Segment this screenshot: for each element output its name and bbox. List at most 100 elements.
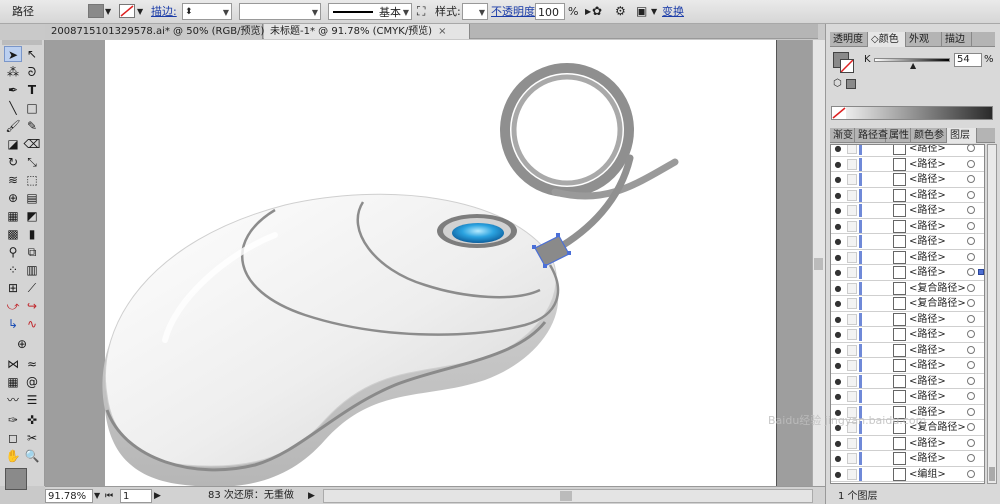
artboard-page-input[interactable]: 1 (120, 489, 152, 503)
warp-envelope-tool-icon[interactable]: ≈ (23, 356, 41, 372)
stroke-weight-select[interactable]: ⬍ ▼ (182, 3, 232, 20)
target-icon[interactable] (967, 345, 975, 354)
fill-swatch[interactable] (88, 4, 104, 18)
layer-row[interactable]: ● <路径> (831, 265, 984, 281)
target-icon[interactable] (967, 469, 975, 478)
layer-name[interactable]: <路径> (909, 172, 946, 187)
eye-icon[interactable]: ● (832, 345, 844, 356)
anchor-point[interactable] (532, 245, 536, 249)
hand-tool-icon[interactable]: ✋ (4, 448, 22, 464)
lock-toggle[interactable] (847, 205, 857, 216)
eye-icon[interactable]: ● (832, 329, 844, 340)
layer-row[interactable]: ● <路径> (831, 389, 984, 405)
chevron-right-icon[interactable]: ▶ (585, 3, 591, 20)
reshape-tool-icon[interactable]: ↪ (23, 298, 41, 314)
eraser-tool-icon[interactable]: ⌫ (23, 136, 41, 152)
mesh-tool-icon[interactable]: ▩ (4, 226, 22, 242)
lock-toggle[interactable] (847, 453, 857, 464)
layer-name[interactable]: <路径> (909, 374, 946, 389)
scroll-thumb[interactable] (560, 491, 572, 501)
lock-toggle[interactable] (847, 313, 857, 325)
eye-icon[interactable]: ● (832, 360, 844, 371)
layer-name[interactable]: <路径> (909, 265, 946, 280)
scale-tool-icon[interactable]: ⤡ (23, 154, 41, 170)
target-icon[interactable] (967, 145, 975, 152)
layer-name[interactable]: <路径> (909, 358, 946, 373)
crosshair-tool-icon[interactable]: ⊕ (13, 336, 31, 352)
close-icon[interactable]: × (438, 26, 446, 37)
warp-tool-icon[interactable]: ≋ (4, 172, 22, 188)
fill-color-box[interactable] (5, 468, 27, 490)
eyedropper-icon[interactable]: ✑ (4, 412, 22, 428)
magic-wand-tool-icon[interactable]: ⁂ (4, 64, 22, 80)
chevron-down-icon[interactable]: ▼ (94, 489, 100, 503)
layer-name[interactable]: <路径> (909, 250, 946, 265)
chevron-right-icon[interactable]: ▶ (308, 489, 315, 503)
layers-scrollbar[interactable] (987, 144, 997, 484)
scissors-tool-icon[interactable]: ✂ (23, 430, 41, 446)
layer-row[interactable]: ● <复合路径> (831, 296, 984, 312)
transform-link[interactable]: 变换 (662, 3, 684, 20)
layer-row[interactable]: ● <路径> (831, 374, 984, 390)
shape-builder-tool-icon[interactable]: ⊕ (4, 190, 22, 206)
eye-icon[interactable]: ● (832, 314, 844, 325)
lock-toggle[interactable] (847, 375, 857, 387)
eye-icon[interactable]: ● (832, 469, 844, 480)
rectangle-tool-icon[interactable]: □ (23, 100, 41, 116)
horizontal-scrollbar[interactable] (323, 489, 813, 503)
layer-name[interactable]: <路径> (909, 157, 946, 172)
blend-tool-icon[interactable]: ⧉ (23, 244, 41, 260)
align-icon[interactable]: ▣ (636, 3, 647, 20)
eye-icon[interactable]: ● (832, 422, 844, 433)
k-value-input[interactable]: 54 (954, 53, 982, 67)
eye-icon[interactable]: ● (832, 252, 844, 263)
layer-name[interactable]: <路径> (909, 145, 946, 156)
selection-tool-icon[interactable]: ➤ (4, 46, 22, 62)
lock-toggle[interactable] (847, 329, 857, 340)
layer-row[interactable]: ● <路径> (831, 172, 984, 188)
layer-name[interactable]: <路径> (909, 219, 946, 234)
recolor-icon[interactable]: ✿ (592, 3, 602, 20)
pen-tool-icon[interactable]: ✒ (4, 82, 22, 98)
layer-row[interactable]: ● <路径> (831, 436, 984, 452)
bar-graph-tool-icon[interactable]: ☰ (23, 392, 41, 408)
anchor-point[interactable] (543, 264, 547, 268)
layer-row[interactable]: ● <编组> (831, 467, 984, 483)
panel-grip[interactable] (2, 40, 42, 45)
scroll-thumb[interactable] (814, 258, 823, 270)
perspective-selection-tool-icon[interactable]: ◩ (23, 208, 41, 224)
lock-toggle[interactable] (847, 158, 857, 170)
layer-name[interactable]: <编组> (909, 467, 946, 482)
tab-pathfinder[interactable]: 路径查 (855, 128, 888, 143)
tab-transparency[interactable]: 透明度 (830, 32, 868, 47)
tab-stroke[interactable]: 描边 (942, 32, 972, 47)
layer-row[interactable]: ● <路径> (831, 203, 984, 219)
blob-brush-tool-icon[interactable]: ◪ (4, 136, 22, 152)
stroke-link[interactable]: 描边: (151, 3, 177, 20)
chevron-down-icon[interactable]: ▼ (105, 3, 111, 20)
layer-row[interactable]: ● <路径> (831, 343, 984, 359)
pencil-tool-icon[interactable]: ✎ (23, 118, 41, 134)
chevron-down-icon[interactable]: ▼ (137, 3, 143, 20)
target-icon[interactable] (967, 252, 975, 261)
target-icon[interactable] (967, 361, 975, 369)
target-icon[interactable] (967, 330, 975, 338)
target-icon[interactable] (967, 423, 975, 431)
panel-stroke-swatch[interactable] (840, 59, 854, 73)
layer-name[interactable]: <路径> (909, 203, 946, 218)
target-icon[interactable] (967, 283, 975, 292)
layer-row[interactable]: ● <路径> (831, 219, 984, 235)
target-icon[interactable] (967, 454, 975, 462)
tab-attributes[interactable]: 属性 (886, 128, 911, 143)
layers-scroll-thumb[interactable] (989, 467, 995, 481)
eye-icon[interactable]: ● (832, 221, 844, 232)
lock-toggle[interactable] (847, 282, 857, 294)
layer-row[interactable]: ● <路径> (831, 358, 984, 374)
anchor-point[interactable] (556, 233, 560, 237)
eye-icon[interactable]: ● (832, 453, 844, 464)
target-icon[interactable] (967, 268, 975, 276)
symbol-sprayer-tool-icon[interactable]: ⁘ (4, 262, 22, 278)
lock-toggle[interactable] (847, 422, 857, 433)
lock-toggle[interactable] (847, 189, 857, 201)
eye-icon[interactable]: ● (832, 438, 844, 449)
